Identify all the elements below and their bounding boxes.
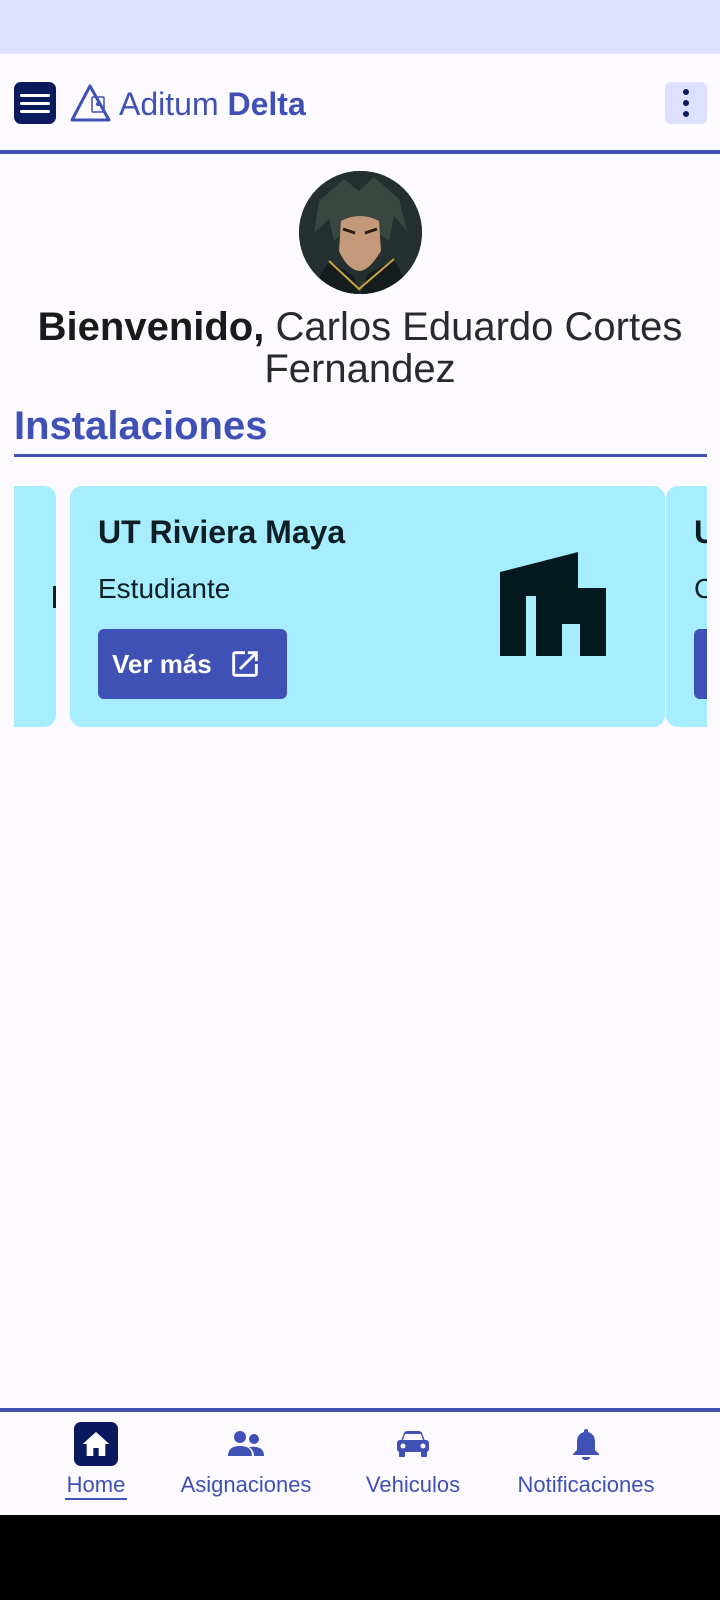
app-brand: Aditum Delta	[119, 86, 306, 122]
more-vert-icon	[683, 89, 689, 95]
nav-label-vehiculos: Vehiculos	[365, 1472, 461, 1497]
installation-card-previous[interactable]	[14, 486, 56, 727]
nav-item-home[interactable]: Home	[58, 1422, 134, 1500]
nav-label-notificaciones: Notificaciones	[517, 1472, 655, 1497]
ver-mas-button[interactable]: Ver más	[98, 629, 287, 699]
logo-icon	[70, 84, 111, 122]
app-bar: Aditum Delta	[0, 54, 720, 154]
open-in-new-icon	[232, 651, 258, 677]
avatar-image	[299, 171, 422, 294]
home-icon	[82, 1432, 110, 1456]
more-options-button[interactable]	[665, 82, 707, 124]
nav-item-vehiculos[interactable]: Vehiculos	[358, 1422, 468, 1498]
welcome-message: Bienvenido, Carlos Eduardo Cortes Fernan…	[20, 306, 700, 390]
menu-button[interactable]	[14, 82, 56, 124]
home-work-icon	[500, 552, 606, 656]
section-divider	[14, 454, 707, 457]
bell-icon	[573, 1429, 599, 1460]
nav-item-notificaciones[interactable]: Notificaciones	[508, 1422, 664, 1498]
menu-icon	[20, 93, 50, 97]
installation-name: UT Riviera Maya	[98, 514, 346, 550]
nav-label-asignaciones: Asignaciones	[180, 1472, 312, 1497]
status-bar	[0, 0, 720, 54]
avatar[interactable]	[299, 171, 422, 294]
installations-carousel[interactable]: UT Riviera Maya Estudiante Ver más U C	[14, 486, 707, 728]
people-icon	[228, 1431, 264, 1456]
system-navigation-bar	[0, 1515, 720, 1600]
installation-card[interactable]: UT Riviera Maya Estudiante Ver más	[70, 486, 665, 727]
bottom-navigation: Home Asignaciones Vehiculos Notificacion…	[0, 1408, 720, 1515]
welcome-greeting: Bienvenido,	[37, 305, 265, 349]
nav-item-asignaciones[interactable]: Asignaciones	[176, 1422, 316, 1498]
nav-label-home: Home	[64, 1472, 128, 1500]
car-icon	[397, 1431, 429, 1457]
user-name: Carlos Eduardo Cortes Fernandez	[264, 305, 683, 391]
ver-mas-label: Ver más	[112, 648, 212, 679]
section-title: Instalaciones	[14, 404, 268, 448]
installation-role: Estudiante	[98, 573, 231, 604]
installation-card-next[interactable]: U C	[666, 486, 707, 727]
